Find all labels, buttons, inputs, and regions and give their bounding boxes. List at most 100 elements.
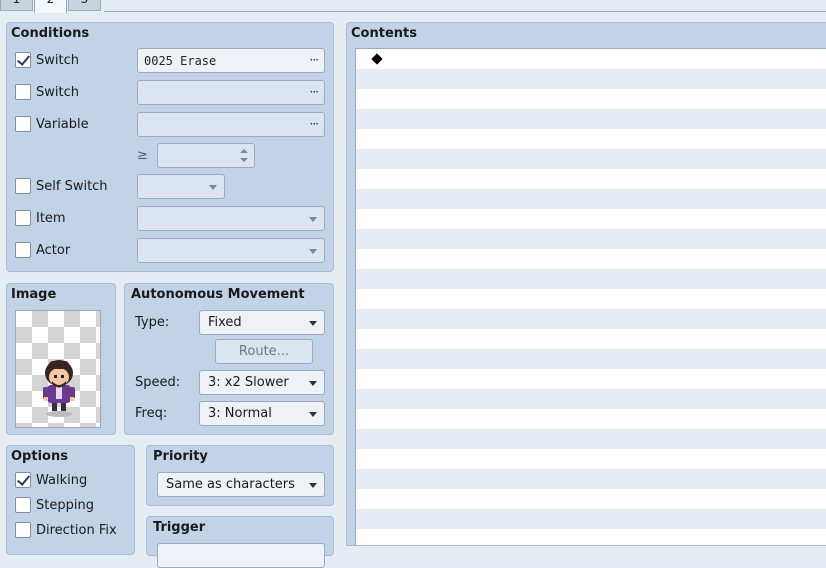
actor-select[interactable] [137, 238, 325, 263]
list-item[interactable] [356, 109, 826, 129]
stepper-up-icon[interactable] [240, 149, 248, 153]
tab-page-2[interactable]: 2 [34, 0, 67, 13]
list-item[interactable] [356, 329, 826, 349]
chevron-down-icon [309, 321, 317, 326]
list-item[interactable] [356, 69, 826, 89]
list-item[interactable] [356, 429, 826, 449]
list-item[interactable] [356, 489, 826, 509]
route-button[interactable]: Route... [215, 339, 313, 364]
contents-group: Contents [346, 22, 826, 546]
switch2-checkbox[interactable] [15, 84, 31, 100]
list-item[interactable] [356, 509, 826, 529]
character-image-preview[interactable] [15, 310, 101, 428]
chevron-down-icon [309, 249, 317, 254]
variable-checkbox[interactable] [15, 116, 31, 132]
variable-browse-button[interactable]: ··· [310, 117, 320, 131]
priority-value: Same as characters [166, 477, 295, 492]
self-switch-checkbox[interactable] [15, 178, 31, 194]
conditions-group: Conditions Switch 0025 Erase ··· Switch … [6, 22, 334, 272]
list-item[interactable] [356, 369, 826, 389]
stepping-option[interactable]: Stepping [15, 496, 94, 514]
direction-fix-option[interactable]: Direction Fix [15, 521, 117, 539]
switch2-condition[interactable]: Switch [15, 83, 79, 101]
tab-page-1[interactable]: 1 [0, 0, 33, 11]
list-item[interactable] [356, 169, 826, 189]
movement-speed-label: Speed: [135, 375, 181, 390]
walking-label: Walking [36, 472, 88, 488]
actor-condition[interactable]: Actor [15, 241, 70, 259]
stepper-down-icon[interactable] [240, 158, 248, 162]
movement-freq-label: Freq: [135, 406, 168, 421]
switch1-value: 0025 Erase [144, 53, 217, 68]
movement-speed-value: 3: x2 Slower [208, 375, 289, 390]
options-title: Options [11, 449, 68, 464]
character-sprite-icon [43, 360, 75, 417]
list-item[interactable] [356, 469, 826, 489]
list-item[interactable] [356, 49, 826, 69]
list-item[interactable] [356, 129, 826, 149]
item-condition[interactable]: Item [15, 209, 66, 227]
list-item[interactable] [356, 89, 826, 109]
movement-speed-select[interactable]: 3: x2 Slower [199, 370, 325, 395]
variable-field[interactable]: ··· [137, 112, 325, 137]
event-command-list[interactable] [355, 48, 826, 545]
list-item[interactable] [356, 189, 826, 209]
switch1-checkbox[interactable] [15, 52, 31, 68]
list-item[interactable] [356, 449, 826, 469]
walking-option[interactable]: Walking [15, 471, 87, 489]
list-item[interactable] [356, 149, 826, 169]
priority-select[interactable]: Same as characters [157, 472, 325, 497]
trigger-select[interactable] [157, 543, 325, 568]
list-item[interactable] [356, 229, 826, 249]
switch1-label: Switch [36, 52, 79, 68]
movement-type-label: Type: [135, 315, 170, 330]
movement-freq-select[interactable]: 3: Normal [199, 401, 325, 426]
list-item[interactable] [356, 289, 826, 309]
trigger-group: Trigger [146, 516, 334, 568]
image-title: Image [11, 287, 57, 302]
tab-page-3[interactable]: 3 [68, 0, 101, 11]
self-switch-label: Self Switch [36, 178, 108, 194]
stepping-checkbox[interactable] [15, 497, 31, 513]
variable-value-stepper[interactable] [157, 143, 255, 168]
switch2-field[interactable]: ··· [137, 80, 325, 105]
list-item[interactable] [356, 409, 826, 429]
autonomous-movement-group: Autonomous Movement Type: Fixed Route...… [124, 283, 334, 435]
chevron-down-icon [309, 483, 317, 488]
chevron-down-icon [209, 185, 217, 190]
page-tabs: 1 2 3 [0, 0, 826, 13]
item-checkbox[interactable] [15, 210, 31, 226]
actor-checkbox[interactable] [15, 242, 31, 258]
item-label: Item [36, 210, 66, 226]
stepping-label: Stepping [36, 497, 94, 513]
item-select[interactable] [137, 206, 325, 231]
autonomous-movement-title: Autonomous Movement [131, 287, 305, 302]
contents-title: Contents [351, 26, 417, 41]
chevron-down-icon [309, 412, 317, 417]
self-switch-select[interactable] [137, 174, 225, 199]
switch1-condition[interactable]: Switch [15, 51, 79, 69]
conditions-title: Conditions [11, 26, 90, 41]
switch1-browse-button[interactable]: ··· [310, 53, 320, 67]
direction-fix-checkbox[interactable] [15, 522, 31, 538]
movement-type-select[interactable]: Fixed [199, 310, 325, 335]
list-item[interactable] [356, 249, 826, 269]
list-item[interactable] [356, 269, 826, 289]
list-item[interactable] [356, 349, 826, 369]
switch2-browse-button[interactable]: ··· [310, 85, 320, 99]
variable-comparator: ≥ [137, 148, 148, 163]
movement-type-value: Fixed [208, 315, 242, 330]
diamond-icon [371, 53, 383, 65]
options-group: Options Walking Stepping Direction Fix [6, 445, 135, 555]
list-item[interactable] [356, 529, 826, 549]
switch1-field[interactable]: 0025 Erase ··· [137, 48, 325, 73]
self-switch-condition[interactable]: Self Switch [15, 177, 108, 195]
list-item[interactable] [356, 389, 826, 409]
direction-fix-label: Direction Fix [36, 522, 117, 538]
trigger-title: Trigger [153, 520, 206, 535]
variable-condition[interactable]: Variable [15, 115, 89, 133]
actor-label: Actor [36, 242, 71, 258]
walking-checkbox[interactable] [15, 472, 31, 488]
list-item[interactable] [356, 209, 826, 229]
list-item[interactable] [356, 309, 826, 329]
